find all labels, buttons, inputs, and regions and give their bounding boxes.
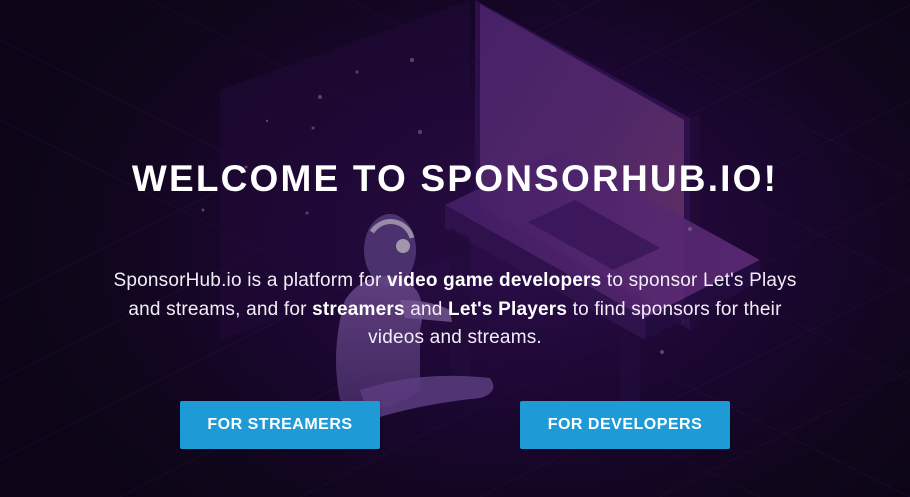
page-title: WELCOME TO SPONSORHUB.IO! [131, 158, 779, 199]
hero-section: WELCOME TO SPONSORHUB.IO! SponsorHub.io … [0, 0, 910, 497]
intro-highlight-lets-players: Let's Players [448, 298, 568, 320]
intro-paragraph: SponsorHub.io is a platform for video ga… [110, 267, 800, 353]
intro-highlight-streamers: streamers [312, 298, 405, 320]
intro-highlight-developers: video game developers [387, 270, 602, 291]
intro-text: SponsorHub.io is a platform for [113, 270, 388, 291]
darken-overlay [0, 0, 910, 497]
for-developers-button[interactable]: FOR DEVELOPERS [520, 401, 730, 449]
intro-text: and [404, 298, 449, 320]
for-streamers-button[interactable]: FOR STREAMERS [180, 401, 380, 449]
